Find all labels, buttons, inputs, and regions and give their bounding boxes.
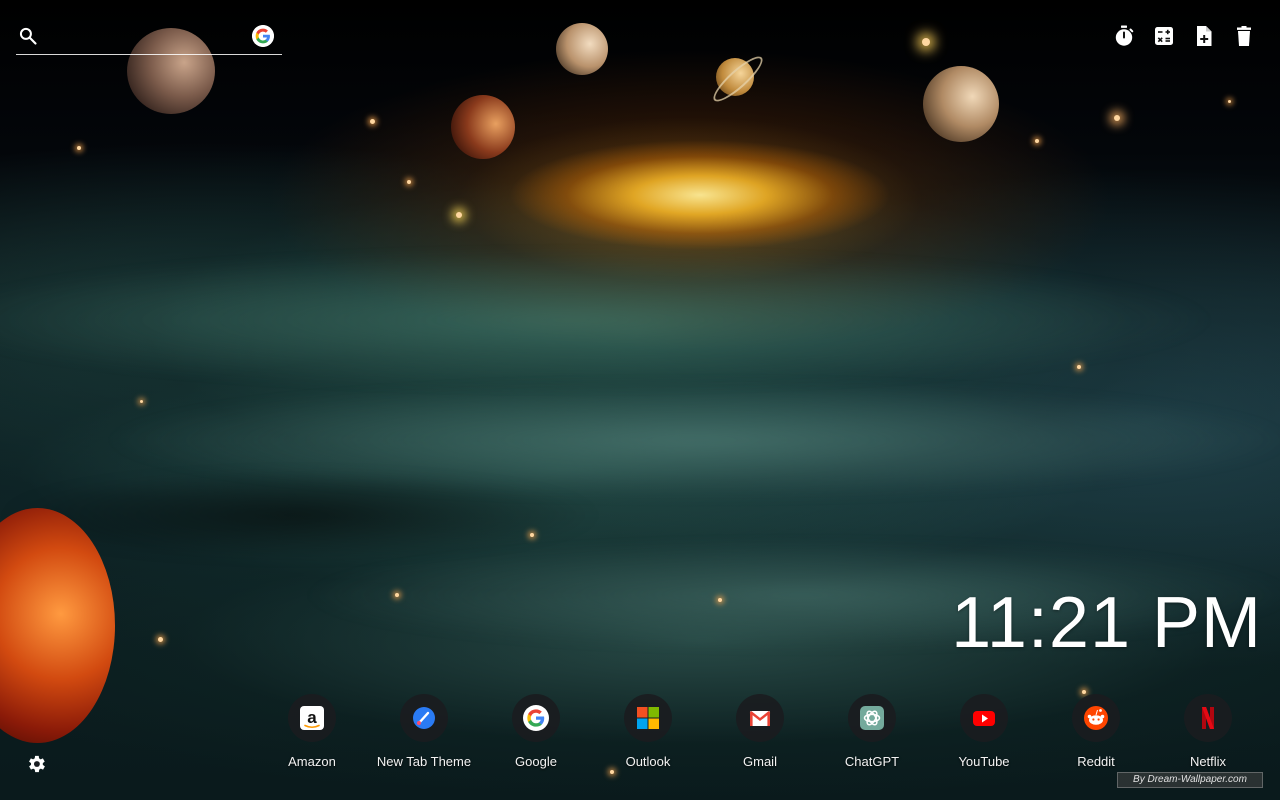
settings-gear-icon[interactable] [25,753,47,775]
shortcut-chatgpt[interactable]: ChatGPT [816,694,928,769]
star [718,598,722,602]
shortcut-circle [624,694,672,742]
shortcut-amazon[interactable]: a Amazon [256,694,368,769]
new-tab-page: 11:21 PM a Amazon New Tab Theme Google O… [0,0,1280,800]
chatgpt-icon [860,706,884,730]
star [77,146,81,150]
clock: 11:21 PM [951,583,1262,663]
shortcut-label: Outlook [625,754,671,769]
shortcut-netflix[interactable]: Netflix [1152,694,1264,769]
shortcut-circle [848,694,896,742]
star [1228,100,1231,103]
trash-icon[interactable] [1232,24,1256,48]
shortcut-label: New Tab Theme [376,754,472,769]
search-bar [16,18,282,55]
star [407,180,411,184]
star [1035,139,1039,143]
shortcut-label: Gmail [743,754,777,769]
shortcut-label: Amazon [288,754,336,769]
shortcut-youtube[interactable]: YouTube [928,694,1040,769]
shortcut-label: ChatGPT [844,754,900,769]
shortcut-outlook[interactable]: Outlook [592,694,704,769]
shortcut-reddit[interactable]: Reddit [1040,694,1152,769]
star [140,400,143,403]
space-wallpaper [0,0,1280,800]
new-tab-theme-icon [413,707,435,729]
shortcut-circle [736,694,784,742]
shortcut-gmail[interactable]: Gmail [704,694,816,769]
google-icon [523,705,549,731]
shortcut-circle [512,694,560,742]
shortcut-circle [1184,694,1232,742]
shortcut-circle [1072,694,1120,742]
star [922,38,930,46]
shortcut-circle: a [288,694,336,742]
planet [923,66,999,142]
reddit-icon [1084,706,1108,730]
shortcut-label: Netflix [1189,754,1227,769]
search-icon[interactable] [18,26,38,46]
gmail-icon [749,711,771,726]
shortcut-circle [960,694,1008,742]
star [1114,115,1120,121]
shortcut-circle [400,694,448,742]
calculator-icon[interactable] [1152,24,1176,48]
star [158,637,163,642]
star [530,533,534,537]
svg-text:a: a [307,708,317,727]
outlook-icon [637,707,659,729]
google-search-engine-icon[interactable] [252,25,274,47]
amazon-icon: a [300,706,324,730]
star [395,593,399,597]
toolbar [1112,24,1256,48]
youtube-icon [973,711,995,726]
galaxy-arm-band [0,250,1220,390]
netflix-icon [1202,707,1214,729]
shortcut-new-tab-theme[interactable]: New Tab Theme [368,694,480,769]
shortcut-label: Reddit [1077,754,1115,769]
timer-icon[interactable] [1112,24,1136,48]
star [370,119,375,124]
shortcut-google[interactable]: Google [480,694,592,769]
shortcut-label: YouTube [958,754,1010,769]
shortcuts-bar: a Amazon New Tab Theme Google Outlook Gm… [256,694,1280,774]
star [1077,365,1081,369]
star [456,212,462,218]
wallpaper-credit: By Dream-Wallpaper.com [1117,772,1263,788]
planet [556,23,608,75]
search-input[interactable] [50,24,244,50]
planet [451,95,515,159]
add-note-icon[interactable] [1192,24,1216,48]
shortcut-label: Google [515,754,557,769]
